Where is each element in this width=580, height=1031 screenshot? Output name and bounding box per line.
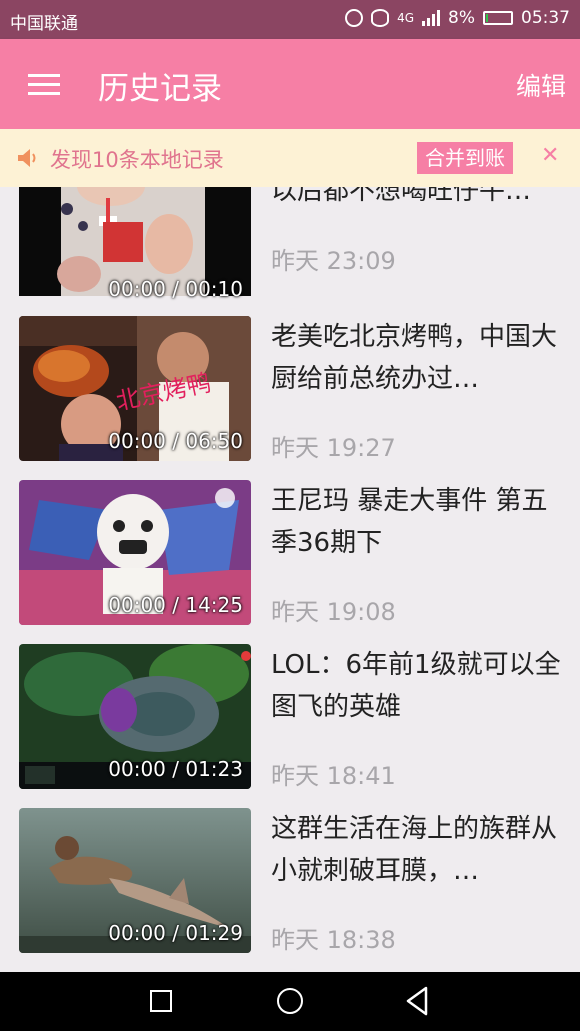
video-thumbnail: 00:00 / 00:10 <box>19 187 251 309</box>
system-nav-bar <box>0 972 580 1031</box>
video-duration: 00:00 / 01:29 <box>108 921 243 945</box>
merge-to-account-button[interactable]: 合并到账 <box>417 142 513 174</box>
notice-text: 发现10条本地记录 <box>50 148 224 172</box>
edit-button[interactable]: 编辑 <box>516 67 566 103</box>
video-title: 这群生活在海上的族群从小就刺破耳膜，… <box>271 814 558 886</box>
video-thumbnail: 00:00 / 01:23 <box>19 644 251 789</box>
local-records-notice: 发现10条本地记录 合并到账 ✕ <box>0 129 580 187</box>
video-thumbnail: 00:00 / 14:25 <box>19 480 251 625</box>
app-bar: 历史记录 编辑 <box>0 39 580 129</box>
signal-icon <box>422 10 441 26</box>
carrier-name: 中国联通 <box>10 14 78 34</box>
watch-time: 昨天 23:09 <box>271 247 396 275</box>
speaker-icon <box>18 149 36 167</box>
history-item[interactable]: 00:00 / 01:29 这群生活在海上的族群从小就刺破耳膜，… 昨天 18:… <box>0 808 580 972</box>
status-bar: 中国联通 4G 8% 05:37 <box>0 0 580 39</box>
circle-home-icon[interactable] <box>277 988 303 1014</box>
video-title: 老美吃北京烤鸭，中国大厨给前总统办过… <box>271 322 558 394</box>
eye-comfort-icon <box>371 9 390 27</box>
history-list: 00:00 / 00:10 以后都不想喝旺仔牛… 昨天 23:09 北京烤鸭 0… <box>0 187 580 972</box>
video-duration: 00:00 / 06:50 <box>108 429 243 453</box>
video-duration: 00:00 / 14:25 <box>108 593 243 617</box>
history-item[interactable]: 北京烤鸭 00:00 / 06:50 老美吃北京烤鸭，中国大厨给前总统办过… 昨… <box>0 316 580 480</box>
video-thumbnail: 00:00 / 01:29 <box>19 808 251 953</box>
watch-time: 昨天 18:41 <box>271 762 396 790</box>
clock: 05:37 <box>521 8 570 28</box>
video-duration: 00:00 / 01:23 <box>108 757 243 781</box>
history-item[interactable]: 00:00 / 01:23 LOL：6年前1级就可以全图飞的英雄 昨天 18:4… <box>0 644 580 808</box>
battery-percent: 8% <box>448 8 475 28</box>
video-thumbnail: 北京烤鸭 00:00 / 06:50 <box>19 316 251 461</box>
alarm-icon <box>345 9 364 27</box>
close-icon[interactable]: ✕ <box>541 143 559 168</box>
triangle-back-icon[interactable] <box>404 986 430 1016</box>
battery-icon <box>483 11 513 25</box>
history-item[interactable]: 00:00 / 00:10 以后都不想喝旺仔牛… 昨天 23:09 <box>0 187 580 328</box>
video-title: 以后都不想喝旺仔牛… <box>271 187 532 206</box>
watch-time: 昨天 19:08 <box>271 598 396 626</box>
page-title: 历史记录 <box>98 71 222 107</box>
watch-time: 昨天 18:38 <box>271 926 396 954</box>
video-title: LOL：6年前1级就可以全图飞的英雄 <box>271 650 561 722</box>
watch-time: 昨天 19:27 <box>271 434 396 462</box>
square-recent-apps-icon[interactable] <box>150 990 172 1012</box>
video-duration: 00:00 / 00:10 <box>108 277 243 301</box>
video-title: 王尼玛 暴走大事件 第五季36期下 <box>271 486 548 558</box>
network-type: 4G <box>397 11 415 25</box>
hamburger-menu-icon[interactable] <box>28 72 62 96</box>
status-icons: 4G 8% 05:37 <box>345 8 570 28</box>
history-item[interactable]: 00:00 / 14:25 王尼玛 暴走大事件 第五季36期下 昨天 19:08 <box>0 480 580 644</box>
